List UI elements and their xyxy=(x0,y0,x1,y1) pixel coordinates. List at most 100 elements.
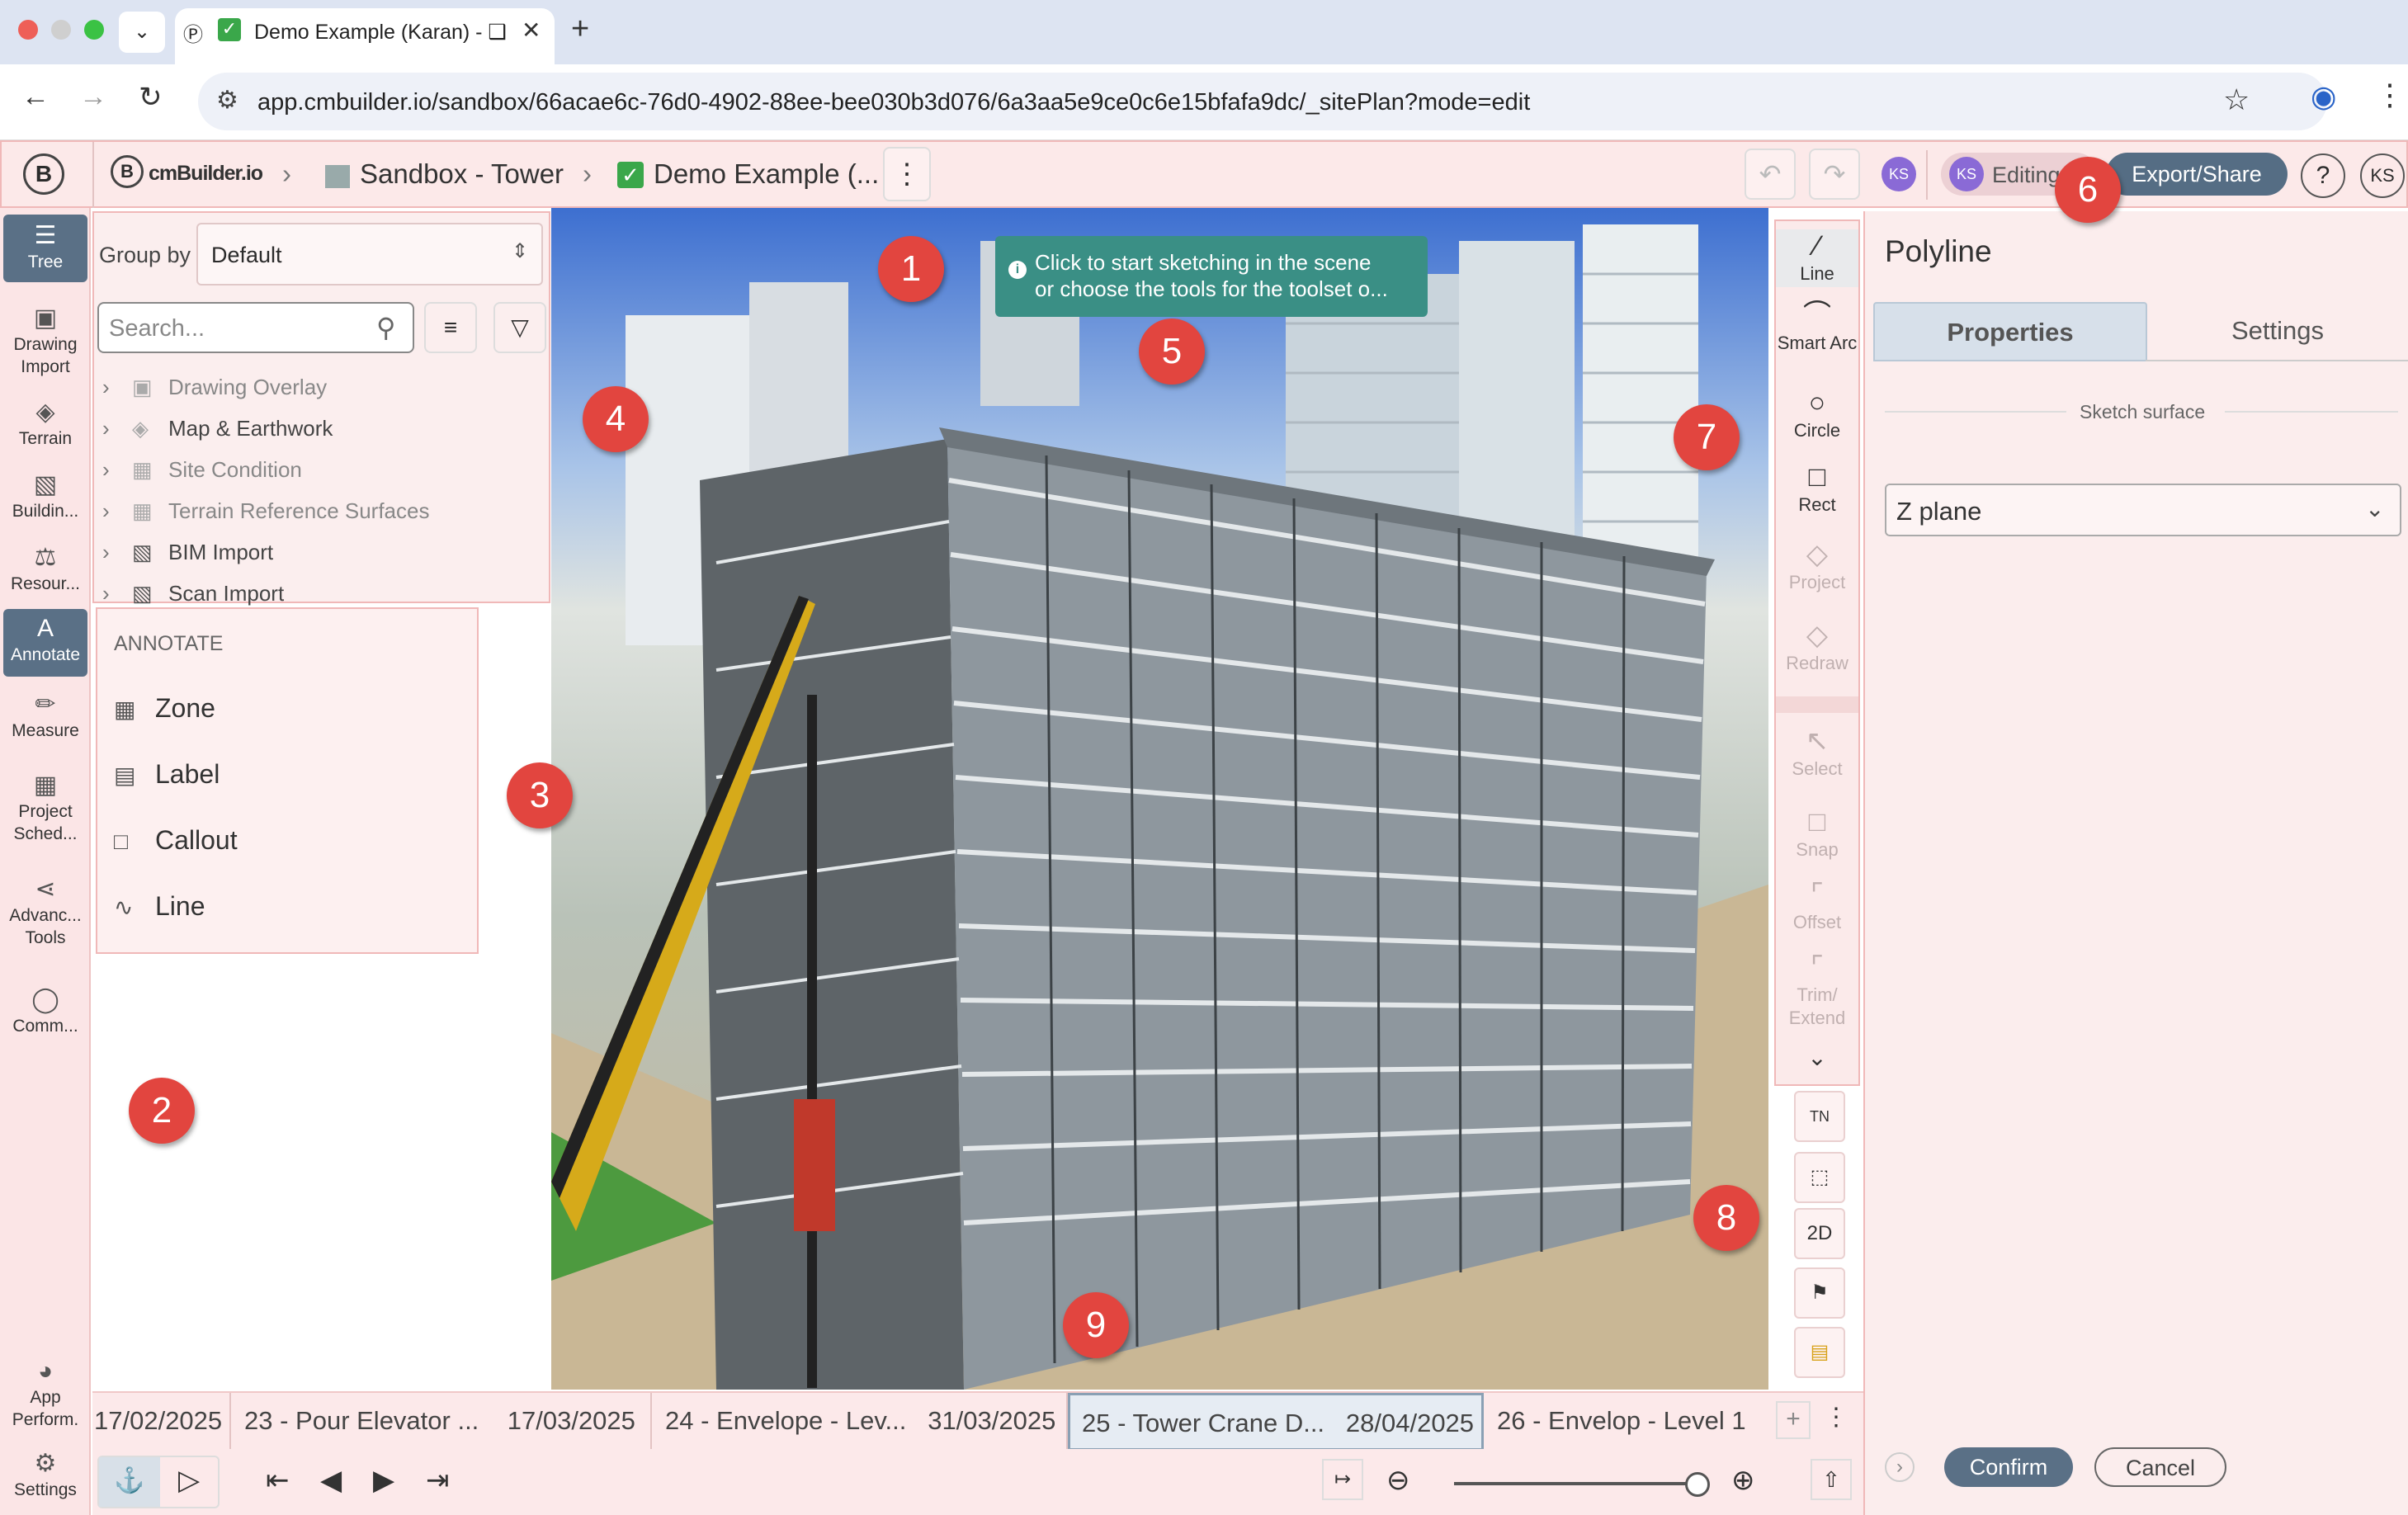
sketch-surface-select[interactable]: Z plane ⌄ xyxy=(1885,484,2401,536)
add-icon[interactable]: + xyxy=(1776,1401,1811,1439)
tool-snap[interactable]: □ Snap xyxy=(1776,805,1858,861)
search-input[interactable]: Search... ⚲ xyxy=(97,302,414,353)
breadcrumb-sandbox[interactable]: Sandbox - Tower xyxy=(360,158,564,190)
more-options-icon[interactable]: ⋮ xyxy=(1824,1403,1848,1432)
tree-row-site-condition[interactable]: › ▦ Site Condition xyxy=(102,457,302,483)
skip-start-icon[interactable]: ⇤ xyxy=(266,1464,290,1497)
skip-end-icon[interactable]: ⇥ xyxy=(426,1464,450,1497)
tool-rect[interactable]: □ Rect xyxy=(1776,460,1858,517)
tool-smart-arc[interactable]: ⌒ Smart Arc xyxy=(1776,299,1858,355)
layer-color-icon[interactable]: ▤ xyxy=(1794,1327,1845,1378)
zoom-slider-handle[interactable] xyxy=(1685,1472,1710,1497)
rail-advanced-tools[interactable]: ⋖ Advanc... Tools xyxy=(3,875,87,949)
rail-building[interactable]: ▧ Buildin... xyxy=(3,470,87,522)
rail-app-performance[interactable]: ◕ App Perform. xyxy=(3,1357,87,1431)
rail-settings[interactable]: ⚙ Settings xyxy=(3,1449,87,1501)
rail-project-schedule[interactable]: ▦ Project Sched... xyxy=(3,771,87,845)
chevron-right-icon[interactable]: › xyxy=(102,498,132,524)
annotate-callout[interactable]: □ Callout xyxy=(114,825,238,856)
timeline-segment[interactable]: 23 - Pour Elevator ... 17/03/2025 xyxy=(231,1393,652,1451)
annotate-line[interactable]: ∿ Line xyxy=(114,891,205,922)
tool-trim-extend[interactable]: ⌜ Trim/ Extend xyxy=(1776,951,1858,1030)
new-tab-button[interactable]: + xyxy=(571,12,589,47)
tool-circle[interactable]: ○ Circle xyxy=(1776,386,1858,442)
rail-tree[interactable]: ☰ Tree xyxy=(3,215,87,282)
tool-line[interactable]: ∕ Line xyxy=(1776,229,1858,287)
cancel-button[interactable]: Cancel xyxy=(2094,1447,2226,1487)
3d-view-icon[interactable]: ⬚ xyxy=(1794,1152,1845,1203)
help-icon[interactable]: ? xyxy=(2301,153,2345,198)
tree-row-drawing-overlay[interactable]: › ▣ Drawing Overlay xyxy=(102,375,327,400)
timeline-segment[interactable]: 24 - Envelope - Lev... 31/03/2025 xyxy=(652,1393,1068,1451)
rail-resources[interactable]: ⚖ Resour... xyxy=(3,543,87,595)
export-share-button[interactable]: Export/Share xyxy=(2106,153,2288,196)
rail-annotate[interactable]: A Annotate xyxy=(3,609,87,677)
tool-offset[interactable]: ⌜ Offset xyxy=(1776,878,1858,934)
bookmark-star-icon[interactable]: ☆ xyxy=(2223,83,2250,117)
annotate-zone[interactable]: ▦ Zone xyxy=(114,693,215,724)
zoom-slider-track[interactable] xyxy=(1454,1482,1702,1485)
export-frame-icon[interactable]: ⇧ xyxy=(1811,1459,1852,1500)
redo-icon[interactable]: ↷ xyxy=(1809,149,1860,200)
profile-icon[interactable]: ◉ xyxy=(2311,79,2336,114)
chevron-down-icon[interactable]: ⌄ xyxy=(1776,1046,1858,1069)
tab-list-chevron-icon[interactable]: ⌄ xyxy=(119,12,165,53)
url-field[interactable]: ⚙ app.cmbuilder.io/sandbox/66acae6c-76d0… xyxy=(198,73,2327,130)
tree-row-scan-import[interactable]: › ▧ Scan Import xyxy=(102,581,284,606)
browser-menu-icon[interactable]: ⋮ xyxy=(2375,78,2405,112)
tab-settings[interactable]: Settings xyxy=(2146,302,2408,361)
chevron-right-icon[interactable]: › xyxy=(102,581,132,606)
3d-viewport[interactable] xyxy=(551,208,1768,1390)
zoom-out-icon[interactable]: ⊖ xyxy=(1386,1464,1410,1497)
tree-row-map-earthwork[interactable]: › ◈ Map & Earthwork xyxy=(102,416,333,441)
step-forward-icon[interactable]: ▶ xyxy=(373,1464,394,1497)
undo-icon[interactable]: ↶ xyxy=(1745,149,1796,200)
rail-comments[interactable]: ◯ Comm... xyxy=(3,985,87,1037)
crane-icon[interactable]: ⚑ xyxy=(1794,1267,1845,1319)
browser-tab[interactable]: Ⓟ ✓ Demo Example (Karan) - ❑ ✕ xyxy=(175,8,555,64)
groupby-select[interactable]: Default ⇕ xyxy=(196,223,543,286)
close-tab-icon[interactable]: ✕ xyxy=(522,17,541,44)
tab-properties[interactable]: Properties xyxy=(1873,302,2147,361)
north-arrow-button[interactable]: TN xyxy=(1794,1091,1845,1142)
fit-width-icon[interactable]: ↦ xyxy=(1322,1459,1363,1500)
tree-row-terrain-reference[interactable]: › ▦ Terrain Reference Surfaces xyxy=(102,498,429,524)
chevron-right-icon[interactable]: › xyxy=(102,540,132,565)
rail-drawing-import[interactable]: ▣ Drawing Import xyxy=(3,304,87,378)
rail-terrain[interactable]: ◈ Terrain xyxy=(3,398,87,450)
more-options-icon[interactable]: ⋮ xyxy=(883,147,931,201)
forward-icon[interactable]: → xyxy=(79,81,107,113)
divider xyxy=(92,142,94,208)
crane-view-icon[interactable]: ⚓ xyxy=(99,1457,160,1507)
confirm-button[interactable]: Confirm xyxy=(1944,1447,2073,1487)
zoom-in-icon[interactable]: ⊕ xyxy=(1731,1464,1755,1497)
reload-icon[interactable]: ↻ xyxy=(139,81,163,114)
chevron-right-icon[interactable]: › xyxy=(102,375,132,400)
minimize-window-icon[interactable] xyxy=(51,20,71,40)
step-back-icon[interactable]: ◀ xyxy=(320,1464,342,1497)
tool-select[interactable]: ↖ Select xyxy=(1776,724,1858,781)
tool-project[interactable]: ◇ Project xyxy=(1776,538,1858,594)
sort-list-icon[interactable]: ≡ xyxy=(424,302,477,353)
timeline-segment-selected[interactable]: 25 - Tower Crane D... 28/04/2025 xyxy=(1068,1393,1484,1451)
app-home-icon[interactable]: B xyxy=(23,153,64,195)
filter-icon[interactable]: ▽ xyxy=(493,302,546,353)
tree-row-bim-import[interactable]: › ▧ BIM Import xyxy=(102,540,273,565)
chevron-right-icon[interactable]: › xyxy=(102,416,132,441)
project-icon: ◇ xyxy=(1806,539,1829,570)
presentation-icon[interactable]: ▷ xyxy=(178,1464,200,1497)
chevron-right-icon[interactable]: › xyxy=(102,457,132,483)
expand-icon[interactable]: › xyxy=(1885,1452,1915,1482)
close-window-icon[interactable] xyxy=(18,20,38,40)
tool-redraw[interactable]: ◇ Redraw xyxy=(1776,619,1858,675)
2d-view-button[interactable]: 2D xyxy=(1794,1208,1845,1259)
breadcrumb-project[interactable]: Demo Example (... xyxy=(654,158,879,190)
avatar[interactable]: KS xyxy=(1882,157,1916,191)
back-icon[interactable]: ← xyxy=(21,81,50,113)
maximize-window-icon[interactable] xyxy=(84,20,104,40)
timeline-segment[interactable]: 17/02/2025 xyxy=(92,1393,231,1451)
user-avatar[interactable]: KS xyxy=(2360,153,2405,198)
annotate-label[interactable]: ▤ Label xyxy=(114,759,220,790)
rail-measure[interactable]: ✏ Measure xyxy=(3,690,87,742)
site-settings-icon[interactable]: ⚙ xyxy=(216,86,238,115)
